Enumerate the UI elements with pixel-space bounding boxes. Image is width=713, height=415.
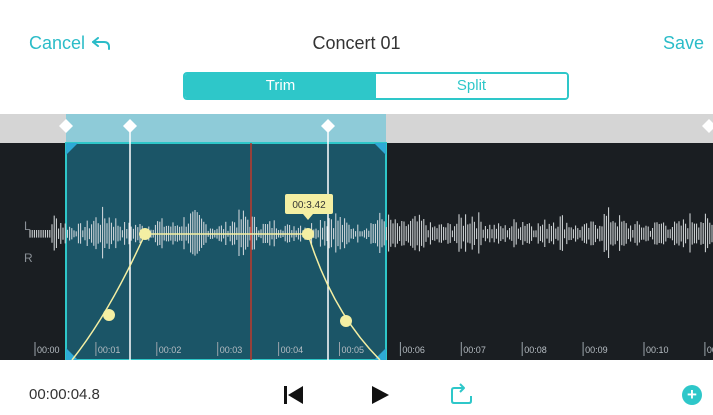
add-icon[interactable]: + — [682, 385, 702, 405]
skip-back-icon[interactable] — [281, 382, 307, 408]
timeline-tick-label: 00:05 — [342, 345, 365, 355]
top-bar: Cancel Concert 01 Save Trim Split — [0, 0, 713, 112]
page-title: Concert 01 — [312, 33, 401, 53]
fade-point[interactable] — [103, 309, 115, 321]
loop-icon[interactable] — [449, 382, 475, 408]
timeline-tick-label: 00:09 — [585, 345, 608, 355]
timeline-tick-label: 00:02 — [159, 345, 182, 355]
timeline-tick-label: 00:03 — [220, 345, 243, 355]
time-tooltip-label: 00:3.42 — [292, 200, 326, 211]
fade-point[interactable] — [302, 228, 314, 240]
channel-right-label: R — [24, 251, 33, 265]
timeline-tick-label: 00:04 — [281, 345, 304, 355]
timeline-tick-label: 00:01 — [98, 345, 121, 355]
timeline-tick-label: 00:10 — [646, 345, 669, 355]
playback-toolbar: 00:00:04.8 + — [0, 360, 713, 415]
mode-segmented-control: Trim Split — [183, 72, 569, 100]
timeline-tick-label: 00:07 — [463, 345, 486, 355]
channel-left-label: L — [24, 219, 31, 233]
timeline-tick-label: 00:08 — [524, 345, 547, 355]
fade-point[interactable] — [340, 315, 352, 327]
waveform-editor[interactable]: 00:3.42 L R 00:00 00:01 00:02 00:03 00:04 00:… — [0, 112, 713, 361]
timeline-tick-label: 00:06 — [402, 345, 425, 355]
selection-handle-track — [66, 114, 386, 143]
selection-region[interactable] — [66, 143, 386, 360]
tab-trim[interactable]: Trim — [185, 74, 376, 98]
tab-split[interactable]: Split — [376, 74, 567, 98]
waveform-canvas[interactable]: 00:3.42 L R 00:00 00:01 00:02 00:03 00:04 00:… — [0, 112, 713, 361]
play-icon[interactable] — [367, 382, 393, 408]
current-time: 00:00:04.8 — [29, 386, 100, 403]
timeline-tick-label: 00:00 — [37, 345, 60, 355]
fade-point[interactable] — [139, 228, 151, 240]
save-button[interactable]: Save — [663, 33, 704, 54]
timeline-tick-label: 00:11 — [707, 345, 713, 355]
